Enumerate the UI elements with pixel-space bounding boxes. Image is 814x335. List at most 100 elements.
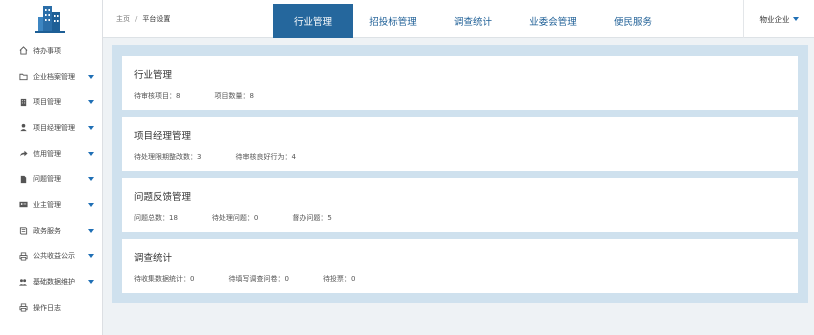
sidebar-item[interactable]: 业主管理: [0, 192, 102, 218]
sidebar-item-label: 政务服务: [33, 226, 61, 235]
breadcrumb-current: 平台设置: [142, 15, 171, 23]
sidebar-item[interactable]: 信用管理: [0, 141, 102, 167]
card-industry-management: 行业管理 待审核项目：8 项目数量：8: [122, 56, 798, 110]
tab-industry-management[interactable]: 行业管理: [273, 4, 353, 38]
tab-bidding-management[interactable]: 招投标管理: [353, 4, 433, 38]
stat-item[interactable]: 督办问题：5: [292, 213, 331, 223]
tab-survey-statistics[interactable]: 调查统计: [433, 4, 513, 38]
breadcrumb: 主页 / 平台设置: [116, 0, 170, 38]
logo[interactable]: [0, 0, 102, 38]
stat-item[interactable]: 待收集数据统计：0: [134, 274, 194, 284]
stat-value: 3: [197, 153, 202, 161]
card-issue-feedback-management: 问题反馈管理 问题总数：18 待处理问题：0 督办问题：5: [122, 178, 798, 232]
chevron-down-icon: [88, 177, 94, 182]
stat-label: 问题总数：: [134, 214, 169, 222]
sidebar-item-label: 操作日志: [33, 303, 61, 312]
card-survey-statistics: 调查统计 待收集数据统计：0 待填写调查问卷：0 待投票：0: [122, 239, 798, 293]
file-icon: [18, 175, 28, 184]
sidebar: 待办事项企业档案管理 项目管理项目经理管理 信用管理问题管理业主管理政务服务公共收益…: [0, 0, 103, 335]
card-stats: 待审核项目：8 项目数量：8: [134, 91, 786, 101]
card-stats: 待处理限期整改数：3 待审核良好行为：4: [134, 152, 786, 162]
stat-value: 0: [190, 275, 195, 283]
stat-value: 0: [284, 275, 289, 283]
stat-label: 待收集数据统计：: [134, 275, 190, 283]
chevron-down-icon: [88, 74, 94, 79]
stat-item[interactable]: 待处理限期整改数：3: [134, 152, 201, 162]
share-icon: [18, 149, 28, 158]
stat-value: 0: [350, 275, 356, 283]
users-icon: [18, 278, 28, 287]
main-content: 行业管理 待审核项目：8 项目数量：8 项目经理管理 待处理限期整改数：3 待审…: [112, 45, 808, 303]
folder-icon: [18, 72, 28, 81]
main-tabs: 行业管理 招投标管理 调查统计 业委会管理 便民服务: [273, 4, 673, 38]
stat-label: 待填写调查问卷：: [228, 275, 285, 283]
card-stats: 待收集数据统计：0 待填写调查问卷：0 待投票：0: [134, 274, 786, 284]
book-icon: [18, 226, 28, 235]
chevron-down-icon: [88, 202, 94, 207]
building-icon: [18, 98, 28, 107]
sidebar-item-label: 基础数据维护: [33, 278, 75, 287]
chevron-down-icon: [792, 17, 799, 21]
sidebar-item[interactable]: 问题管理: [0, 166, 102, 192]
chevron-down-icon: [88, 228, 94, 233]
sidebar-item[interactable]: 操作日志: [0, 295, 102, 321]
card-title: 调查统计: [134, 253, 173, 264]
user-icon: [18, 123, 28, 132]
sidebar-item[interactable]: 企业档案管理: [0, 64, 102, 90]
sidebar-item[interactable]: 公共收益公示: [0, 244, 102, 270]
sidebar-item[interactable]: 项目经理管理: [0, 115, 102, 141]
stat-label: 待投票：: [322, 275, 351, 283]
user-menu[interactable]: 物业企业: [743, 0, 814, 38]
sidebar-item-label: 公共收益公示: [33, 252, 75, 261]
stat-label: 待处理限期整改数：: [134, 153, 197, 161]
stat-label: 待审核项目：: [134, 92, 176, 100]
breadcrumb-home[interactable]: 主页: [116, 14, 130, 24]
sidebar-item-label: 信用管理: [33, 149, 61, 158]
stat-item[interactable]: 项目数量：8: [214, 91, 253, 101]
chevron-down-icon: [88, 100, 94, 105]
stat-label: 待审核良好行为：: [235, 153, 292, 161]
print-icon: [18, 303, 28, 312]
stat-item[interactable]: 问题总数：18: [134, 213, 178, 223]
stat-item[interactable]: 待投票：0: [323, 274, 355, 284]
card-title: 项目经理管理: [134, 131, 192, 142]
card-stats: 问题总数：18 待处理问题：0 督办问题：5: [134, 213, 786, 223]
sidebar-item[interactable]: 待办事项: [0, 38, 102, 64]
sidebar-item[interactable]: 项目管理: [0, 89, 102, 115]
stat-value: 8: [176, 92, 181, 100]
chevron-down-icon: [88, 125, 94, 130]
tab-convenience-services[interactable]: 便民服务: [593, 4, 673, 38]
stat-value: 0: [253, 214, 259, 222]
sidebar-item[interactable]: 政务服务: [0, 218, 102, 244]
sidebar-menu: 待办事项企业档案管理 项目管理项目经理管理 信用管理问题管理业主管理政务服务公共收益…: [0, 38, 102, 321]
stat-item[interactable]: 待审核项目：8: [134, 91, 180, 101]
chevron-down-icon: [88, 254, 94, 259]
stat-label: 督办问题：: [292, 214, 328, 222]
stat-value: 18: [169, 214, 178, 222]
stat-value: 5: [327, 214, 332, 222]
building-logo-icon: [35, 6, 65, 33]
breadcrumb-separator: /: [135, 15, 138, 23]
sidebar-item[interactable]: 基础数据维护: [0, 269, 102, 295]
card-title: 问题反馈管理: [134, 192, 192, 203]
sidebar-item-label: 项目经理管理: [33, 123, 75, 132]
top-bar: 主页 / 平台设置 行业管理 招投标管理 调查统计 业委会管理 便民服务 物业企…: [103, 0, 814, 38]
stat-label: 项目数量：: [214, 92, 250, 100]
stat-item[interactable]: 待处理问题：0: [212, 213, 258, 223]
stat-value: 4: [291, 153, 296, 161]
card-project-manager-management: 项目经理管理 待处理限期整改数：3 待审核良好行为：4: [122, 117, 798, 171]
sidebar-item-label: 业主管理: [33, 200, 61, 209]
home-icon: [18, 46, 28, 55]
sidebar-item-label: 项目管理: [33, 98, 61, 107]
chevron-down-icon: [88, 151, 94, 156]
user-label: 物业企业: [759, 14, 790, 24]
stat-item[interactable]: 待审核良好行为：4: [235, 152, 295, 162]
stat-label: 待处理问题：: [211, 214, 254, 222]
stat-item[interactable]: 待填写调查问卷：0: [228, 274, 288, 284]
card-title: 行业管理: [134, 70, 173, 81]
sidebar-item-label: 问题管理: [33, 175, 61, 184]
chevron-down-icon: [88, 280, 94, 285]
tab-owners-committee[interactable]: 业委会管理: [513, 4, 593, 38]
stat-value: 8: [249, 92, 254, 100]
sidebar-item-label: 企业档案管理: [33, 72, 75, 81]
